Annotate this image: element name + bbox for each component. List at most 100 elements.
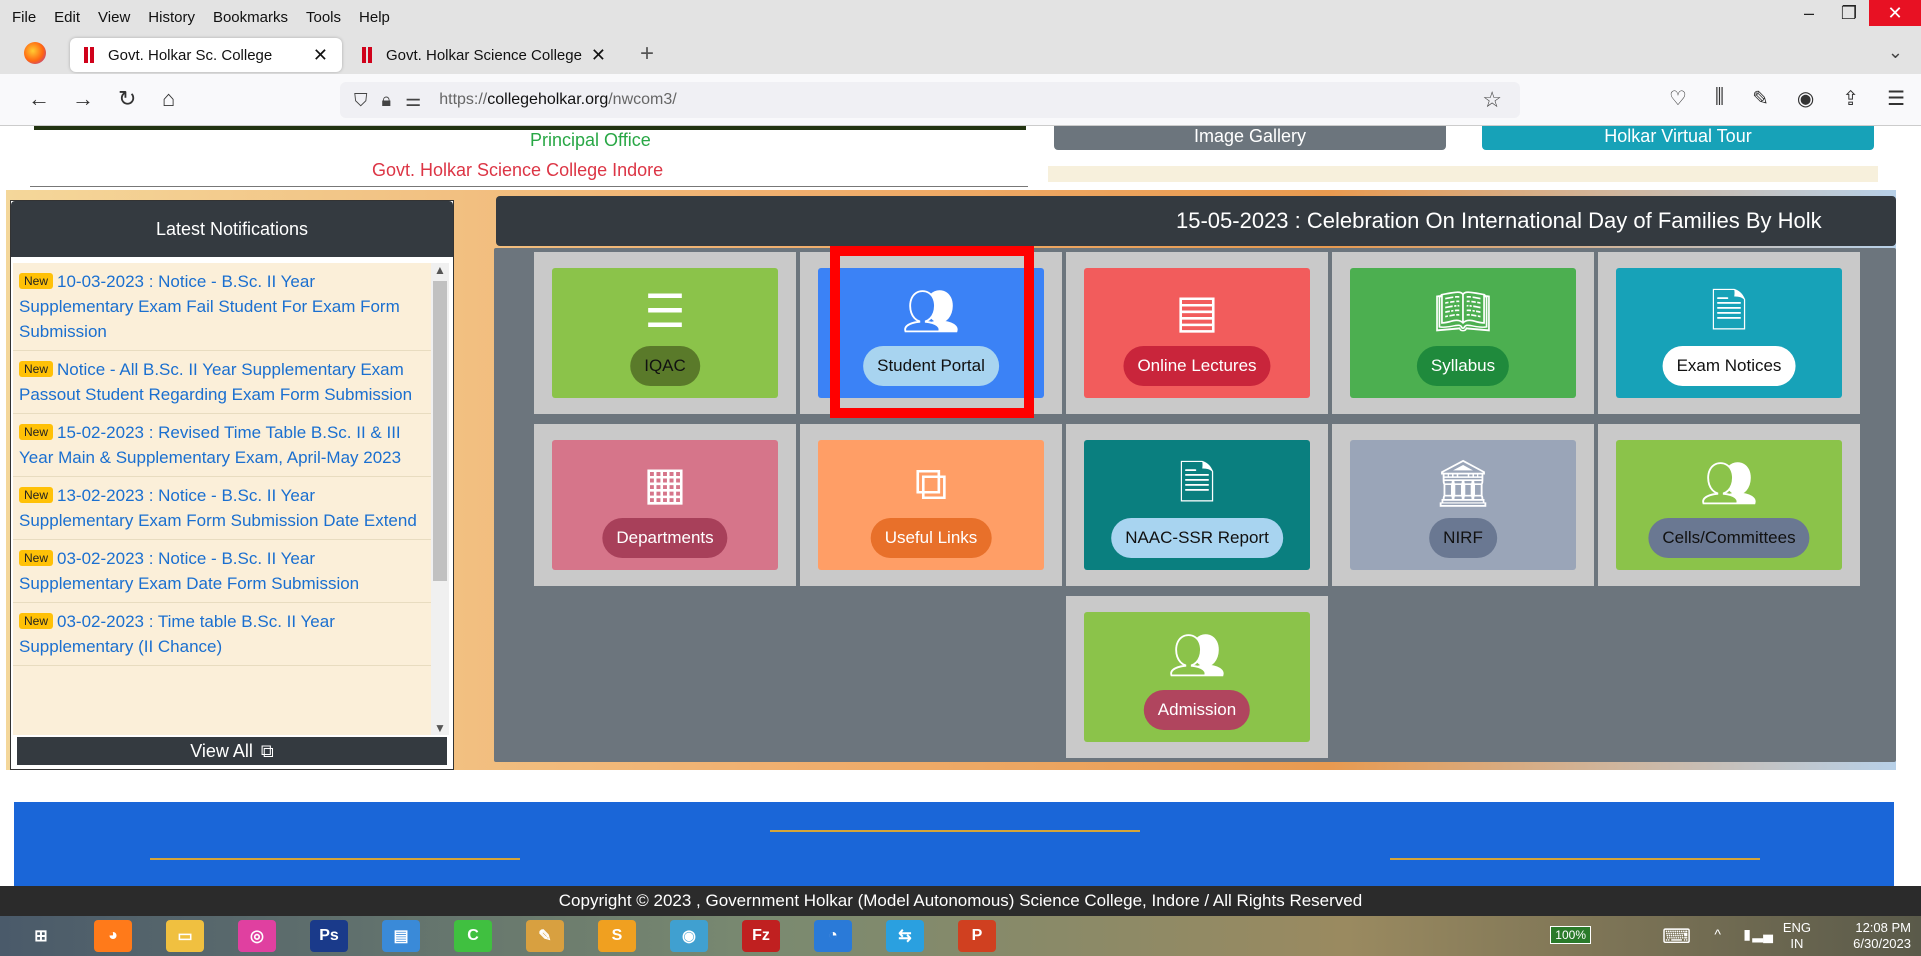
menu-file[interactable]: File — [12, 9, 36, 26]
region-code: IN — [1790, 936, 1804, 951]
tile-departments[interactable]: ▦ Departments — [552, 440, 778, 570]
tile-naac-ssr-report[interactable]: 🗎 NAAC-SSR Report — [1084, 440, 1310, 570]
tab-holkar-sc-college[interactable]: Govt. Holkar Sc. College ✕ — [70, 38, 342, 72]
notifications-scrollbar[interactable]: ▲ ▼ — [431, 263, 449, 735]
url-text[interactable]: https://collegeholkar.org/nwcom3/ — [439, 91, 676, 109]
tile-label[interactable]: IQAC — [630, 346, 700, 386]
system-clock[interactable]: 12:08 PM 6/30/2023 — [1853, 920, 1911, 952]
news-marquee[interactable]: 15-05-2023 : Celebration On Internationa… — [496, 196, 1896, 246]
close-tab-icon[interactable]: ✕ — [591, 45, 606, 66]
tile-iqac[interactable]: ☰ IQAC — [552, 268, 778, 398]
tile-label[interactable]: Departments — [602, 518, 728, 558]
photoshop-icon[interactable]: Ps — [310, 920, 348, 952]
scroll-thumb[interactable] — [433, 281, 447, 581]
signal-icon[interactable]: ▂▄ — [1752, 926, 1773, 943]
notifications-list[interactable]: New 10-03-2023 : Notice - B.Sc. II Year S… — [13, 263, 435, 735]
eyedropper-icon[interactable]: ✎ — [1752, 86, 1769, 111]
bookmark-star-icon[interactable]: ☆ — [1482, 87, 1502, 113]
notification-link[interactable]: 03-02-2023 : Notice - B.Sc. II Year Supp… — [19, 549, 359, 593]
filezilla-icon[interactable]: Fz — [742, 920, 780, 952]
marquee-text[interactable]: 15-05-2023 : Celebration On Internationa… — [1176, 208, 1822, 234]
close-window-icon[interactable]: ✕ — [1869, 0, 1921, 26]
view-all-button[interactable]: View All ⧉ — [17, 737, 447, 765]
system-icon[interactable]: ▤ — [382, 920, 420, 952]
scroll-down-icon[interactable]: ▼ — [434, 721, 446, 735]
tile-label[interactable]: Admission — [1143, 690, 1251, 730]
tile-online-lectures[interactable]: ▤ Online Lectures — [1084, 268, 1310, 398]
notification-item[interactable]: New 03-02-2023 : Notice - B.Sc. II Year S… — [13, 540, 435, 603]
paint-icon[interactable]: ◎ — [238, 920, 276, 952]
restore-icon[interactable]: ❐ — [1829, 0, 1869, 26]
tile-label[interactable]: NAAC-SSR Report — [1111, 518, 1283, 558]
menu-bookmarks[interactable]: Bookmarks — [213, 9, 288, 26]
new-tab-icon[interactable]: + — [640, 40, 654, 68]
close-tab-icon[interactable]: ✕ — [313, 45, 328, 66]
new-badge: New — [19, 424, 54, 440]
menu-history[interactable]: History — [148, 9, 195, 26]
firefox-icon[interactable]: ◕ — [94, 920, 132, 952]
virtual-tour-button[interactable]: Holkar Virtual Tour — [1482, 126, 1874, 150]
minimize-icon[interactable]: – — [1789, 0, 1829, 26]
battery-icon[interactable]: 100% — [1550, 926, 1591, 944]
tile-label[interactable]: NIRF — [1429, 518, 1497, 558]
list-tabs-icon[interactable]: ⌄ — [1888, 42, 1903, 63]
notification-link[interactable]: 10-03-2023 : Notice - B.Sc. II Year Supp… — [19, 272, 400, 341]
camtasia-icon[interactable]: C — [454, 920, 492, 952]
notification-link[interactable]: 15-02-2023 : Revised Time Table B.Sc. II… — [19, 423, 401, 467]
firefox-view-icon[interactable] — [24, 42, 46, 64]
tile-label[interactable]: Cells/Committees — [1648, 518, 1810, 558]
tab-holkar-science-college[interactable]: Govt. Holkar Science College ✕ — [350, 38, 620, 72]
connect-icon[interactable]: ⇆ — [886, 920, 924, 952]
notification-item[interactable]: New Notice - All B.Sc. II Year Supplement… — [13, 351, 435, 414]
tile-admission[interactable]: 👥︎ Admission — [1084, 612, 1310, 742]
language-indicator[interactable]: ENG IN — [1783, 920, 1811, 952]
notification-link[interactable]: Notice - All B.Sc. II Year Supplementary… — [19, 360, 412, 404]
notification-link[interactable]: 03-02-2023 : Time table B.Sc. II Year Su… — [19, 612, 335, 656]
sublime-icon[interactable]: S — [598, 920, 636, 952]
home-icon[interactable]: ⌂ — [162, 86, 175, 112]
file-explorer-icon[interactable]: ▭ — [166, 920, 204, 952]
tile-syllabus[interactable]: 📖︎ Syllabus — [1350, 268, 1576, 398]
address-bar[interactable]: ⛉ 🔒︎ ⚌ https://collegeholkar.org/nwcom3/… — [340, 82, 1520, 118]
earth-icon[interactable]: ◉ — [670, 920, 708, 952]
notification-item[interactable]: New 10-03-2023 : Notice - B.Sc. II Year S… — [13, 263, 435, 351]
menu-tools[interactable]: Tools — [306, 9, 341, 26]
scroll-up-icon[interactable]: ▲ — [434, 263, 446, 277]
notification-item[interactable]: New 13-02-2023 : Notice - B.Sc. II Year S… — [13, 477, 435, 540]
share-icon[interactable]: ⇪ — [1842, 86, 1859, 111]
library-icon[interactable]: ⫼ — [1715, 86, 1724, 111]
extension-icon[interactable]: ◉ — [1797, 86, 1814, 111]
back-icon[interactable]: ← — [28, 86, 50, 112]
image-gallery-button[interactable]: Image Gallery — [1054, 126, 1446, 150]
permissions-icon[interactable]: ⚌ — [405, 90, 421, 111]
shield-icon[interactable]: ⛉ — [354, 90, 368, 111]
tile-nirf[interactable]: 🏛︎ NIRF — [1350, 440, 1576, 570]
menu-bar: File Edit View History Bookmarks Tools H… — [0, 0, 1921, 34]
menu-view[interactable]: View — [98, 9, 130, 26]
menu-edit[interactable]: Edit — [54, 9, 80, 26]
tile-cells-committees[interactable]: 👥︎ Cells/Committees — [1616, 440, 1842, 570]
paint-palette-icon[interactable]: ✎ — [526, 920, 564, 952]
tray-expand-icon[interactable]: ^ — [1714, 926, 1721, 942]
thunderbird-icon[interactable]: ◔ — [814, 920, 852, 952]
pocket-icon[interactable]: ♡ — [1669, 86, 1687, 111]
powerpoint-icon[interactable]: P — [958, 920, 996, 952]
reload-icon[interactable]: ↻ — [118, 86, 136, 112]
tile-label[interactable]: Online Lectures — [1123, 346, 1271, 386]
menu-help[interactable]: Help — [359, 9, 390, 26]
lock-icon[interactable]: 🔒︎ — [382, 90, 392, 111]
network-icon[interactable]: ▮ — [1743, 926, 1751, 943]
tile-label[interactable]: Useful Links — [870, 518, 992, 558]
notification-link[interactable]: 13-02-2023 : Notice - B.Sc. II Year Supp… — [19, 486, 417, 530]
notification-item[interactable]: New 03-02-2023 : Time table B.Sc. II Year… — [13, 603, 435, 666]
forward-icon[interactable]: → — [72, 86, 94, 112]
hamburger-menu-icon[interactable]: ☰ — [1887, 86, 1905, 111]
tile-label[interactable]: Syllabus — [1416, 346, 1510, 386]
tile-label[interactable]: Exam Notices — [1662, 346, 1796, 386]
windows-start-icon[interactable]: ⊞ — [22, 920, 60, 952]
tile-useful-links[interactable]: ⧉ Useful Links — [818, 440, 1044, 570]
highlight-box — [830, 246, 1034, 418]
keyboard-icon[interactable]: ⌨ — [1662, 924, 1691, 949]
notification-item[interactable]: New 15-02-2023 : Revised Time Table B.Sc.… — [13, 414, 435, 477]
tile-exam-notices[interactable]: 🗎 Exam Notices — [1616, 268, 1842, 398]
